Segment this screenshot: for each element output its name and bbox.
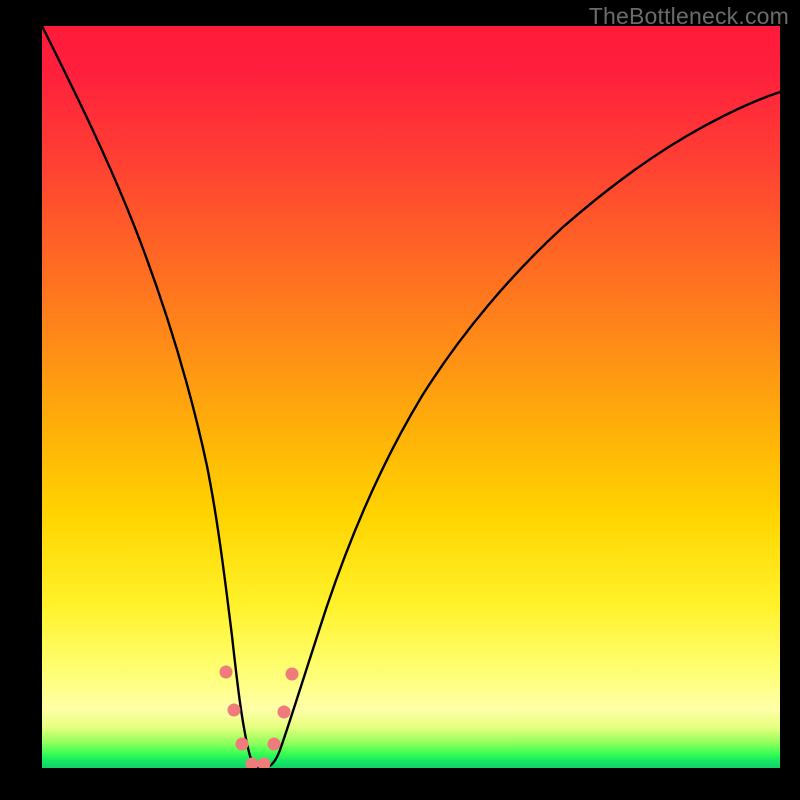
watermark-text: TheBottleneck.com [589, 3, 789, 30]
plot-area [42, 26, 780, 768]
highlight-points [220, 666, 299, 769]
chart-svg [42, 26, 780, 768]
bottleneck-curve [42, 26, 780, 768]
chart-frame: TheBottleneck.com [0, 0, 800, 800]
